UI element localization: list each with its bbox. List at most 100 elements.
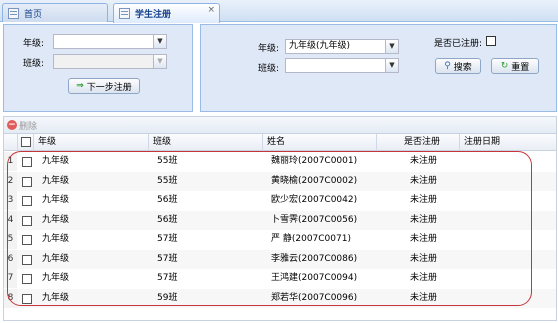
row-number: 5 [4, 230, 17, 249]
reset-button[interactable]: ↻ 重置 [491, 58, 539, 74]
registered-checkbox[interactable] [486, 36, 496, 46]
registered-status-cell: 未注册 [410, 234, 438, 244]
row-checkbox[interactable] [22, 176, 32, 187]
registered-status-cell: 未注册 [410, 156, 438, 166]
class-cell: 57班 [157, 273, 178, 283]
column-header-name[interactable]: 姓名 [263, 134, 377, 151]
registration-panel: 年级: ▼ 班级: ▼ ⇒ 下一步注册 [3, 24, 193, 112]
page-icon [8, 7, 19, 19]
name-cell: 黄晓榆(2007C0002) [271, 175, 358, 186]
table-row[interactable]: 3 九年级 56班 欧少宏(2007C0042) 未注册 [4, 191, 556, 210]
registered-status-cell: 未注册 [410, 214, 438, 225]
delete-button[interactable]: − 删除 [7, 119, 38, 132]
search-label: 搜索 [453, 62, 472, 73]
tab-strip: 首页 学生注册 × [0, 0, 558, 23]
grade-label: 年级: [23, 39, 45, 49]
row-number-header [4, 134, 18, 151]
table-row[interactable]: 2 九年级 55班 黄晓榆(2007C0002) 未注册 [4, 171, 556, 191]
class-cell: 59班 [157, 292, 178, 303]
row-checkbox[interactable] [22, 157, 32, 167]
tab-home-label: 首页 [24, 9, 43, 20]
select-all-header[interactable] [18, 134, 34, 151]
table-row[interactable]: 7 九年级 57班 王鸿建(2007C0094) 未注册 [4, 269, 556, 288]
row-number: 3 [4, 191, 17, 210]
grade-select[interactable]: 九年级(九年级) ▼ [285, 39, 399, 54]
grade-cell: 九年级 [42, 292, 70, 303]
register-date-cell [464, 230, 468, 249]
name-cell: 卜雪霁(2007C0056) [271, 214, 358, 225]
column-header-registered[interactable]: 是否注册 [377, 134, 460, 151]
row-checkbox[interactable] [22, 235, 32, 245]
table-row[interactable]: 1 九年级 55班 魏丽玲(2007C0001) 未注册 [4, 152, 556, 171]
row-checkbox[interactable] [22, 293, 32, 304]
name-cell: 郑若华(2007C0096) [271, 292, 358, 303]
grade-select[interactable]: ▼ [53, 34, 167, 49]
grade-cell: 九年级 [42, 175, 70, 186]
row-checkbox[interactable] [22, 274, 32, 284]
class-select[interactable]: ▼ [285, 58, 399, 73]
search-panel: 年级: 九年级(九年级) ▼ 班级: ▼ 是否已注册: ⚲ 搜索 ↻ 重置 [200, 24, 557, 112]
registered-status-cell: 未注册 [410, 195, 438, 205]
row-number: 6 [4, 249, 17, 269]
arrow-right-icon: ⇒ [76, 81, 84, 91]
table-row[interactable]: 8 九年级 59班 郑若华(2007C0096) 未注册 [4, 288, 556, 308]
chevron-down-icon[interactable]: ▼ [153, 35, 166, 48]
registered-status-cell: 未注册 [410, 273, 438, 283]
row-number: 2 [4, 171, 17, 191]
registered-status-cell: 未注册 [410, 175, 438, 186]
reset-icon: ↻ [500, 61, 509, 71]
table-row[interactable]: 4 九年级 56班 卜雪霁(2007C0056) 未注册 [4, 210, 556, 230]
tab-home[interactable]: 首页 [2, 3, 108, 22]
class-cell: 56班 [157, 195, 178, 205]
next-step-register-button[interactable]: ⇒ 下一步注册 [68, 78, 140, 94]
grid-header: 年级 班级 姓名 是否注册 注册日期 [4, 134, 556, 151]
table-row[interactable]: 5 九年级 57班 严 静(2007C0071) 未注册 [4, 230, 556, 249]
register-date-cell [464, 191, 468, 210]
registered-status-cell: 未注册 [410, 253, 438, 264]
class-label: 班级: [23, 59, 45, 69]
grade-cell: 九年级 [42, 253, 70, 264]
student-grid: 年级 班级 姓名 是否注册 注册日期 1 九年级 55班 魏丽玲(2007C0001)… [3, 133, 557, 321]
grade-cell: 九年级 [42, 273, 70, 283]
row-number: 8 [4, 288, 17, 308]
page-icon [119, 8, 130, 19]
register-date-cell [464, 250, 468, 269]
registered-label: 是否已注册: [434, 39, 483, 49]
delete-label: 删除 [19, 121, 38, 132]
reset-label: 重置 [511, 62, 530, 73]
class-cell: 57班 [157, 253, 178, 264]
grade-cell: 九年级 [42, 195, 70, 205]
grid-toolbar: − 删除 [3, 116, 557, 133]
grade-select-value: 九年级(九年级) [289, 41, 351, 51]
tab-student-registration[interactable]: 学生注册 × [113, 3, 220, 23]
delete-icon: − [7, 120, 17, 130]
grade-label: 年级: [258, 44, 280, 54]
row-number: 1 [4, 152, 17, 171]
class-cell: 57班 [157, 234, 178, 244]
name-cell: 欧少宏(2007C0042) [271, 195, 358, 205]
select-all-checkbox[interactable] [21, 137, 31, 147]
name-cell: 李雅云(2007C0086) [271, 253, 358, 264]
next-step-label: 下一步注册 [86, 82, 132, 93]
chevron-down-icon[interactable]: ▼ [385, 40, 398, 53]
search-button[interactable]: ⚲ 搜索 [435, 58, 481, 74]
row-checkbox[interactable] [22, 215, 32, 226]
close-icon[interactable]: × [207, 5, 215, 15]
grade-cell: 九年级 [42, 156, 70, 166]
chevron-down-icon[interactable]: ▼ [385, 59, 398, 72]
column-header-grade[interactable]: 年级 [34, 134, 149, 151]
row-number: 4 [4, 210, 17, 230]
class-select[interactable]: ▼ [53, 54, 167, 69]
class-cell: 55班 [157, 156, 178, 166]
register-date-cell [464, 289, 468, 308]
search-icon: ⚲ [444, 61, 451, 71]
grade-cell: 九年级 [42, 214, 70, 225]
class-cell: 55班 [157, 175, 178, 186]
chevron-down-icon[interactable]: ▼ [153, 55, 166, 68]
table-row[interactable]: 6 九年级 57班 李雅云(2007C0086) 未注册 [4, 249, 556, 269]
column-header-class[interactable]: 班级 [149, 134, 263, 151]
row-checkbox[interactable] [22, 254, 32, 265]
row-checkbox[interactable] [22, 196, 32, 206]
column-header-register-date[interactable]: 注册日期 [460, 134, 556, 151]
registered-status-cell: 未注册 [410, 292, 438, 303]
